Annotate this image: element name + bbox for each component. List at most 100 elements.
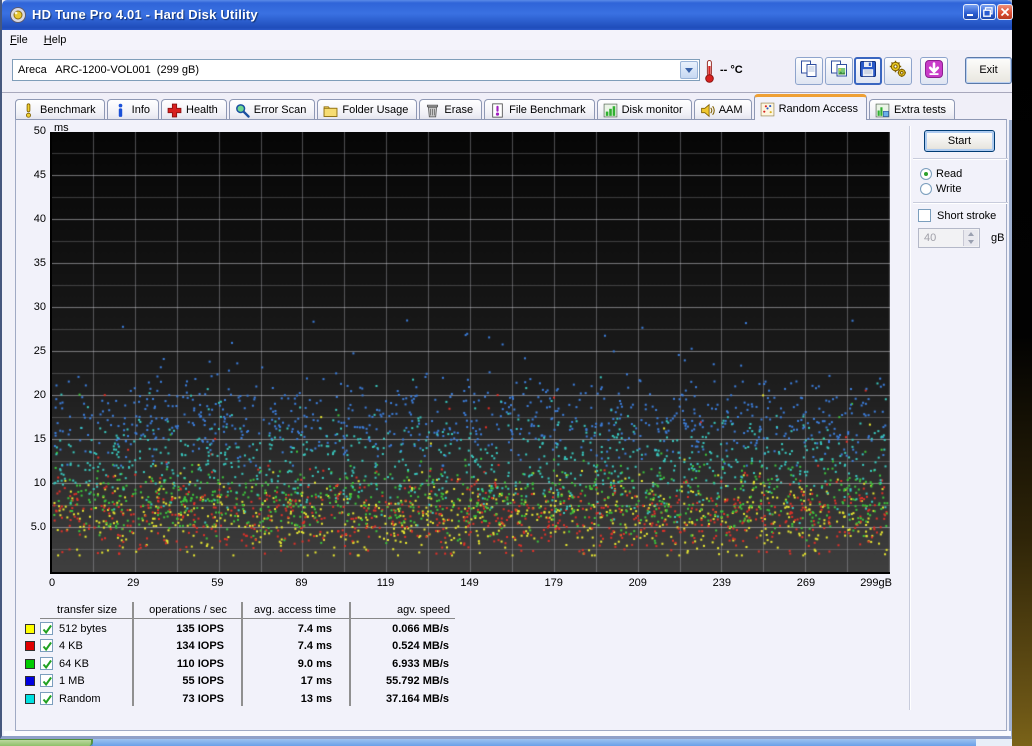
separator — [913, 158, 1008, 160]
toolbar: Areca ARC-1200-VOL001 (299 gB) -- °C Exi… — [2, 50, 1012, 93]
app-icon — [9, 6, 27, 24]
copy-icon — [799, 59, 819, 84]
drive-selector[interactable]: Areca ARC-1200-VOL001 (299 gB) — [12, 59, 700, 81]
info-icon — [113, 103, 128, 118]
table-column-divider — [132, 602, 134, 706]
table-header-underline — [40, 618, 455, 619]
y-axis-tick-label: 35 — [18, 257, 46, 269]
taskbar-strip — [93, 739, 976, 746]
y-axis-tick-label: 30 — [18, 301, 46, 313]
save-button[interactable] — [854, 57, 882, 85]
iops-value: 135 IOPS — [114, 623, 224, 635]
series-color-swatch — [25, 659, 35, 669]
taskbar-sliver — [0, 739, 1012, 746]
series-color-swatch — [25, 694, 35, 704]
tab-error-scan[interactable]: Error Scan — [229, 99, 316, 120]
download-button[interactable] — [920, 57, 948, 85]
tab-aam[interactable]: AAM — [694, 99, 752, 120]
tab-info[interactable]: Info — [107, 99, 159, 120]
tab-label: Erase — [444, 104, 473, 116]
y-axis-tick-label: 25 — [18, 345, 46, 357]
restore-button[interactable] — [980, 4, 996, 20]
menu-item-file[interactable]: File — [2, 31, 36, 46]
tab-label: Disk monitor — [622, 104, 683, 116]
series-label: 512 bytes — [59, 623, 107, 635]
tab-label: Random Access — [779, 103, 858, 115]
tab-folder-usage[interactable]: Folder Usage — [317, 99, 417, 120]
access-time-value: 9.0 ms — [222, 658, 332, 670]
short-stroke-checkbox[interactable] — [918, 209, 931, 222]
x-axis-tick-label: 59 — [195, 577, 239, 589]
copy-image-button[interactable] — [825, 57, 853, 85]
y-axis-tick-label: 20 — [18, 389, 46, 401]
series-label: 4 KB — [59, 640, 83, 652]
series-checkbox[interactable] — [40, 657, 53, 670]
tab-extra-tests[interactable]: Extra tests — [869, 99, 955, 120]
options-button[interactable] — [884, 57, 912, 85]
tab-random-access[interactable]: Random Access — [754, 94, 867, 120]
tab-label: Health — [186, 104, 218, 116]
erase-icon — [425, 103, 440, 118]
thermometer-icon — [704, 59, 715, 83]
short-stroke-label: Short stroke — [937, 210, 996, 222]
extra-tests-icon — [875, 103, 890, 118]
chevron-down-icon[interactable] — [680, 61, 698, 79]
series-checkbox[interactable] — [40, 622, 53, 635]
write-radio-label: Write — [936, 183, 961, 195]
tab-label: Folder Usage — [342, 104, 408, 116]
benchmark-icon — [21, 103, 36, 118]
read-radio-label: Read — [936, 168, 962, 180]
series-color-swatch — [25, 641, 35, 651]
save-icon — [858, 59, 878, 84]
x-axis-tick-label: 89 — [279, 577, 323, 589]
y-axis-tick-label: 10 — [18, 477, 46, 489]
iops-value: 73 IOPS — [114, 693, 224, 705]
speed-value: 37.164 MB/s — [339, 693, 449, 705]
stroke-size-spinner[interactable]: 40 — [918, 228, 980, 248]
tab-health[interactable]: Health — [161, 99, 227, 120]
read-radio[interactable] — [920, 168, 932, 180]
disk-monitor-icon — [603, 103, 618, 118]
tab-benchmark[interactable]: Benchmark — [15, 99, 105, 120]
write-radio[interactable] — [920, 183, 932, 195]
random-access-icon — [760, 102, 775, 117]
x-axis-tick-label: 119 — [364, 577, 408, 589]
spinner-arrows-icon[interactable] — [963, 230, 978, 246]
copy-button[interactable] — [795, 57, 823, 85]
tab-erase[interactable]: Erase — [419, 99, 482, 120]
title-bar[interactable]: HD Tune Pro 4.01 - Hard Disk Utility — [2, 0, 1012, 30]
iops-value: 110 IOPS — [114, 658, 224, 670]
tab-label: AAM — [719, 104, 743, 116]
series-label: Random — [59, 693, 101, 705]
tab-label: Info — [132, 104, 150, 116]
series-checkbox[interactable] — [40, 674, 53, 687]
x-axis-tick-label: 179 — [532, 577, 576, 589]
tab-label: Error Scan — [254, 104, 307, 116]
tab-label: Benchmark — [40, 104, 96, 116]
taskbar-tray-sliver — [976, 739, 1012, 746]
temperature-readout: -- °C — [720, 64, 743, 76]
minimize-button[interactable] — [963, 4, 979, 20]
exit-button[interactable]: Exit — [965, 57, 1012, 84]
aam-icon — [700, 103, 715, 118]
drive-selector-value: Areca ARC-1200-VOL001 (299 gB) — [18, 64, 199, 76]
series-checkbox[interactable] — [40, 639, 53, 652]
start-button-sliver[interactable] — [0, 739, 93, 746]
tab-disk-monitor[interactable]: Disk monitor — [597, 99, 692, 120]
series-checkbox[interactable] — [40, 692, 53, 705]
tab-file-benchmark[interactable]: File Benchmark — [484, 99, 594, 120]
tab-label: File Benchmark — [509, 104, 585, 116]
radio-selected-dot — [924, 172, 928, 176]
close-button[interactable] — [997, 4, 1013, 20]
start-button[interactable]: Start — [924, 130, 995, 152]
table-header-1: transfer size — [40, 604, 134, 616]
desktop-wallpaper-sliver — [1012, 0, 1032, 746]
window-title: HD Tune Pro 4.01 - Hard Disk Utility — [32, 7, 258, 22]
speed-value: 55.792 MB/s — [339, 675, 449, 687]
y-axis-tick-label: 50 — [18, 125, 46, 137]
x-axis-tick-label: 269 — [784, 577, 828, 589]
panel-divider — [909, 126, 911, 710]
menu-item-help[interactable]: Help — [36, 31, 75, 46]
series-label: 64 KB — [59, 658, 89, 670]
speed-value: 0.524 MB/s — [339, 640, 449, 652]
